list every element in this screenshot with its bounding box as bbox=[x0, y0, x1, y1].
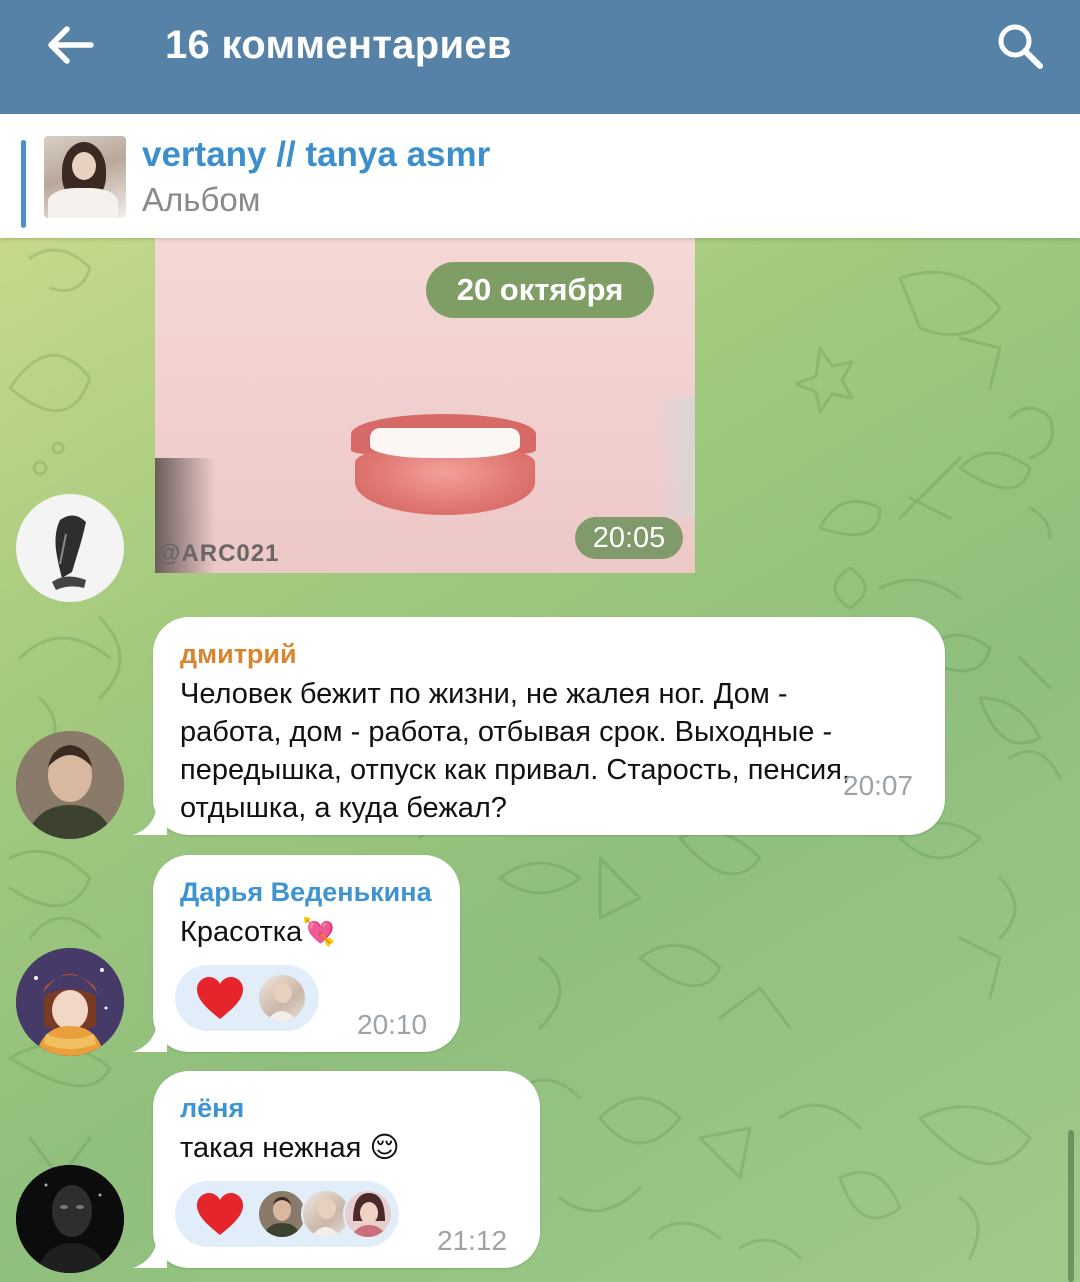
photo-watermark: @ARC021 bbox=[157, 540, 280, 567]
search-icon bbox=[998, 24, 1043, 69]
reactor-avatar bbox=[257, 973, 307, 1023]
relieved-face-emoji: 😌 bbox=[369, 1132, 400, 1164]
pinned-accent-bar bbox=[21, 140, 26, 228]
message-author[interactable]: лёня bbox=[180, 1091, 244, 1125]
avatar[interactable] bbox=[16, 731, 124, 839]
message-time: 20:10 bbox=[357, 1009, 428, 1040]
channel-name: vertany // tanya asmr bbox=[142, 135, 491, 174]
scrollbar[interactable] bbox=[1068, 1130, 1074, 1282]
avatar[interactable] bbox=[16, 1165, 124, 1273]
message-bubble[interactable]: Дарья Веденькина Красотка💘 20:10 bbox=[133, 855, 460, 1052]
arrow-left-icon bbox=[48, 26, 94, 64]
message-author[interactable]: дмитрий bbox=[180, 637, 297, 671]
message-bubble[interactable]: дмитрий Человек бежит по жизни, не жалея… bbox=[133, 617, 945, 835]
page-title: 16 комментариев bbox=[165, 23, 512, 67]
message-text: такая нежная 😌 bbox=[180, 1132, 400, 1164]
chat-area[interactable]: @ARC021 20:05 20 октября дмитрий Человек… bbox=[0, 238, 1080, 1282]
message-time: 20:07 bbox=[843, 770, 914, 801]
reaction-chip[interactable] bbox=[175, 965, 319, 1031]
reactor-avatar bbox=[257, 1189, 307, 1239]
message-bubble[interactable]: лёня такая нежная 😌 21:12 bbox=[133, 1071, 540, 1268]
avatar[interactable] bbox=[16, 494, 124, 602]
pinned-channel-post[interactable]: vertany // tanya asmr Альбом bbox=[0, 114, 1080, 238]
photo-time: 20:05 bbox=[575, 517, 683, 559]
back-button[interactable] bbox=[40, 22, 100, 68]
heart-icon bbox=[197, 1193, 243, 1235]
reaction-chip[interactable] bbox=[175, 1181, 399, 1247]
date-separator: 20 октября bbox=[426, 262, 654, 318]
message-time: 21:12 bbox=[437, 1225, 508, 1256]
search-button[interactable] bbox=[992, 18, 1048, 74]
heart-icon bbox=[197, 977, 243, 1019]
message-text: Человек бежит по жизни, не жалея ног. До… bbox=[180, 678, 851, 824]
heart-arrow-emoji: 💘 bbox=[302, 917, 336, 947]
top-app-bar: 16 комментариев bbox=[0, 0, 1080, 114]
avatar[interactable] bbox=[16, 948, 124, 1056]
reactor-avatar bbox=[343, 1189, 393, 1239]
pinned-subtitle: Альбом bbox=[142, 181, 261, 218]
pinned-thumbnail bbox=[44, 136, 126, 218]
message-author[interactable]: Дарья Веденькина bbox=[180, 875, 432, 909]
message-text: Красотка💘 bbox=[180, 916, 336, 948]
comments-screen: 16 комментариев vertany // tanya asmr Ал… bbox=[0, 0, 1080, 1282]
